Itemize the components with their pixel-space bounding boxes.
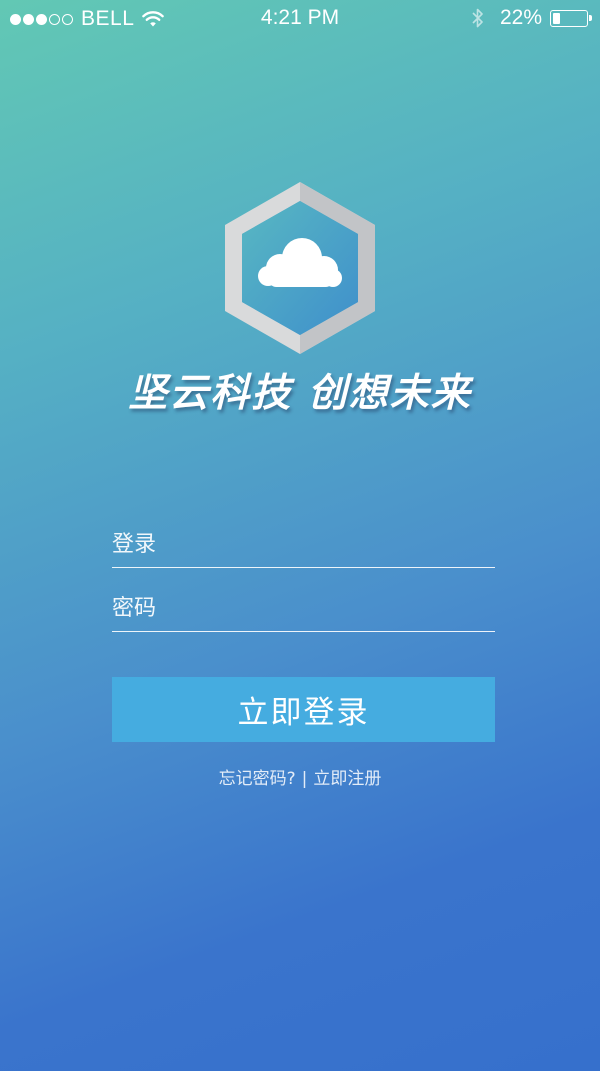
battery-level [553,12,560,24]
battery-nub [589,14,592,21]
status-right: 22% [472,6,592,30]
battery-percent: 22% [499,6,542,29]
cloud-hexagon-icon [225,182,375,354]
auth-links: 忘记密码? | 立即注册 [0,764,600,789]
register-link[interactable]: 立即注册 [313,769,381,789]
link-separator: | [301,769,308,789]
login-screen: BELL 4:21 PM 22% 坚云科技 创想未来 登录 立即登录 忘记密码?… [0,0,600,1071]
battery-icon [550,9,592,27]
forgot-password-link[interactable]: 忘记密码? [219,769,296,789]
password-input[interactable] [112,585,495,631]
login-button[interactable]: 立即登录 [112,677,495,742]
username-field-container [112,521,495,568]
brand-slogan: 坚云科技 创想未来 [128,371,472,416]
bluetooth-icon [472,8,483,28]
username-input[interactable] [112,521,495,567]
status-bar: BELL 4:21 PM 22% [0,0,600,38]
password-field-container [112,585,495,632]
